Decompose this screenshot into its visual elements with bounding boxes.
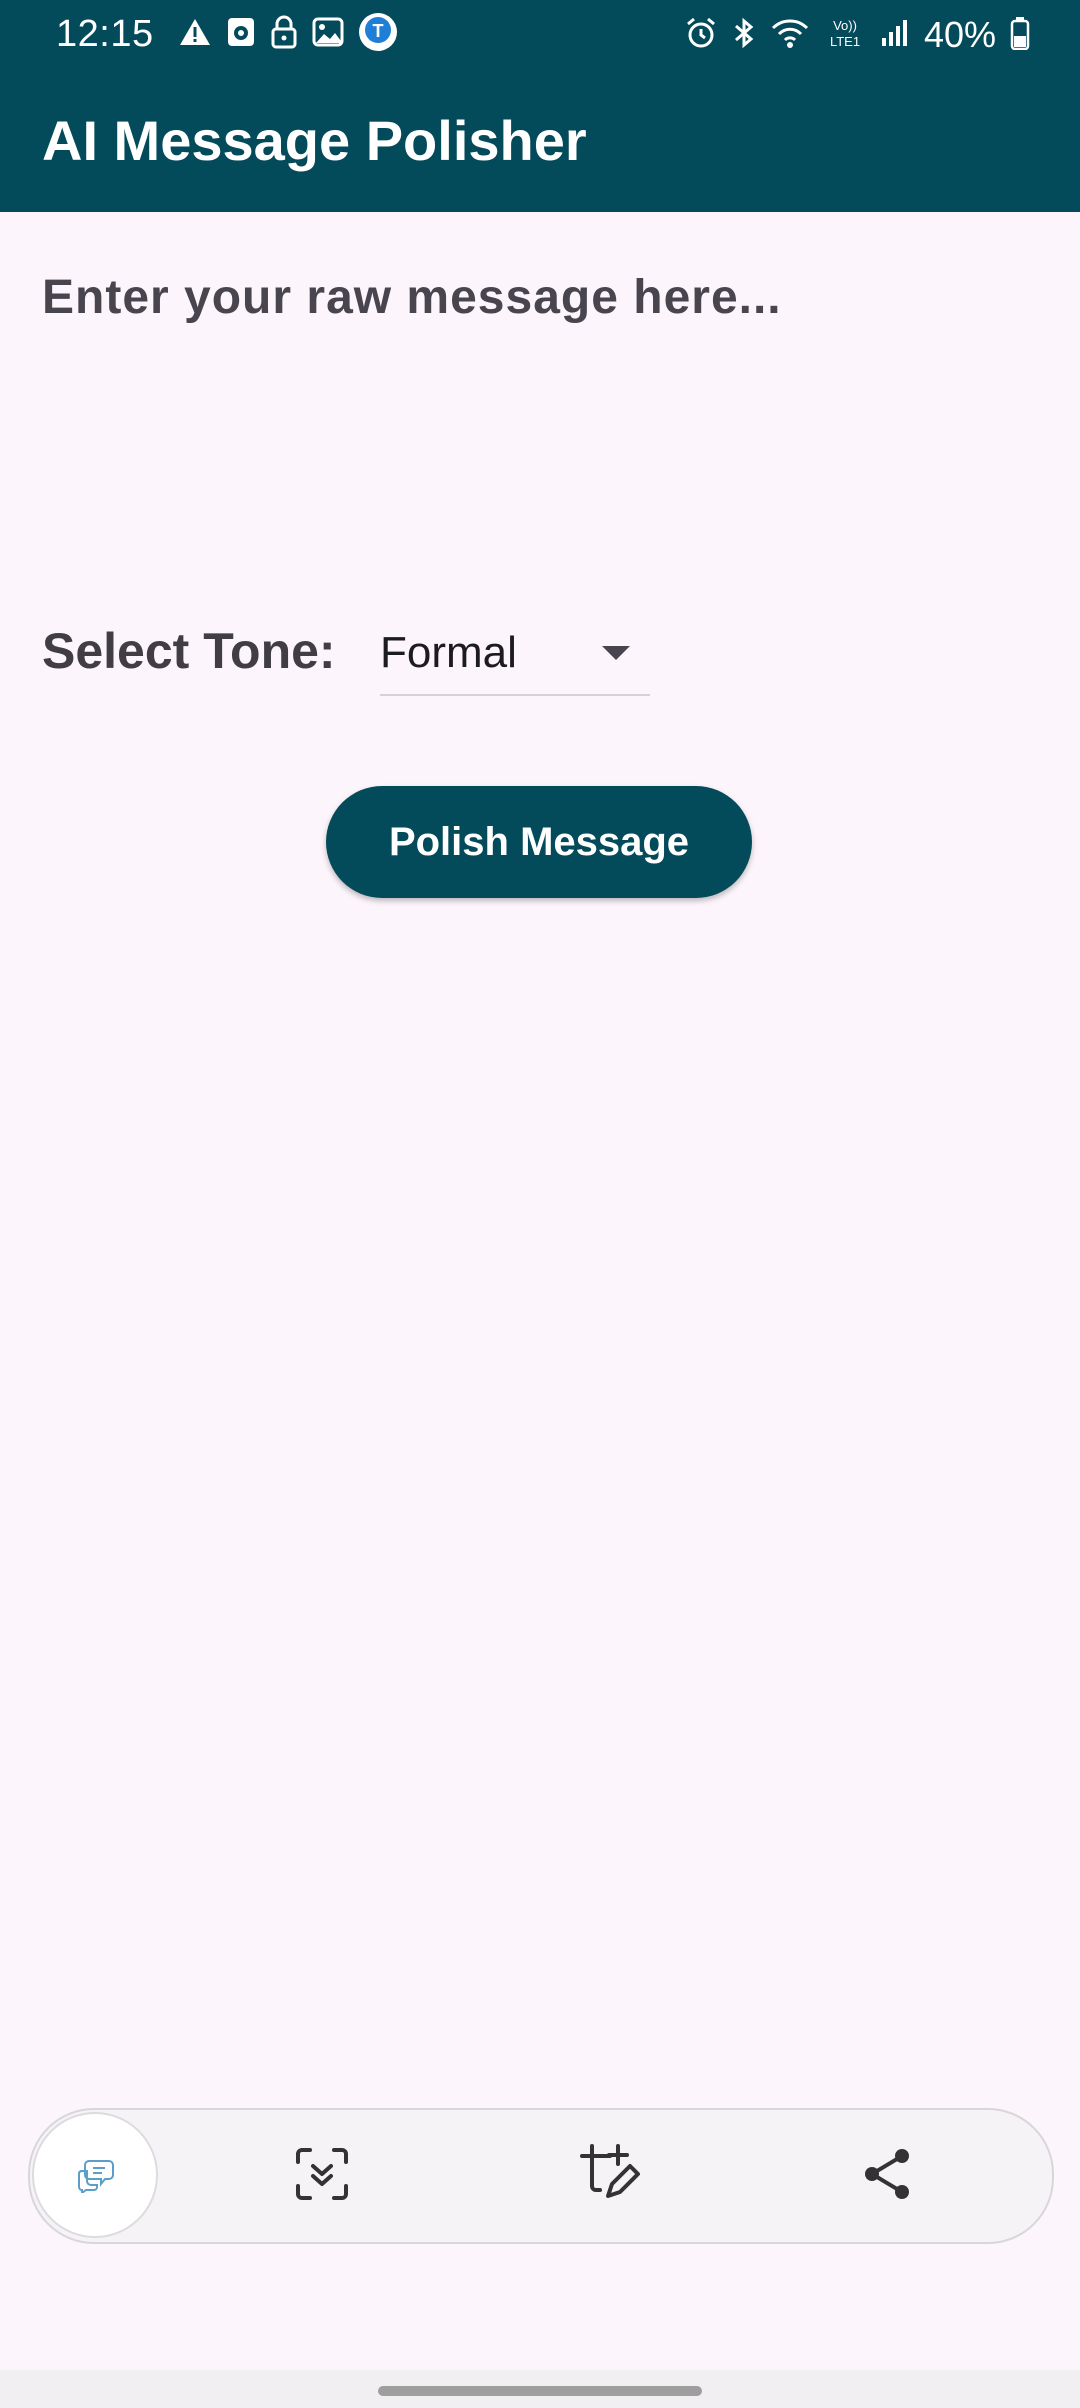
tone-selected-value: Formal [380, 628, 517, 677]
navigation-bar [0, 2370, 1080, 2408]
chat-bubble-icon [73, 2153, 117, 2198]
warning-icon [178, 17, 212, 52]
share-icon [860, 2146, 916, 2207]
svg-text:LTE1: LTE1 [830, 34, 860, 49]
status-time: 12:15 [56, 13, 154, 55]
tone-label: Select Tone: [42, 623, 336, 679]
bluetooth-icon [732, 16, 756, 55]
gallery-icon [312, 17, 344, 52]
battery-icon [1010, 16, 1030, 55]
battery-percent: 40% [923, 14, 996, 55]
dropdown-arrow-icon [602, 646, 630, 660]
status-bar: 12:15 T Vo)) LTE1 40% [0, 0, 1080, 74]
signal-icon [880, 18, 910, 53]
svg-text:T: T [372, 21, 383, 41]
status-icons-left: T [178, 12, 398, 57]
crop-edit-button[interactable] [570, 2136, 650, 2216]
app-bar: AI Message Polisher [0, 74, 1080, 212]
app-title: AI Message Polisher [42, 109, 587, 172]
svg-text:Vo)): Vo)) [833, 18, 857, 33]
status-left: 12:15 T [56, 12, 398, 57]
scroll-capture-button[interactable] [282, 2136, 362, 2216]
chat-bubble-button[interactable] [32, 2112, 158, 2238]
floating-toolbar [28, 2108, 1054, 2244]
volte-icon: Vo)) LTE1 [824, 16, 866, 55]
wifi-icon [770, 16, 810, 55]
gesture-handle[interactable] [378, 2386, 702, 2396]
notification-app-icon: T [358, 12, 398, 57]
lock-icon [270, 15, 298, 54]
crop-edit-icon [578, 2142, 642, 2211]
scroll-capture-icon [292, 2144, 352, 2209]
share-button[interactable] [848, 2136, 928, 2216]
message-input[interactable] [42, 270, 1038, 570]
polish-message-button[interactable]: Polish Message [326, 786, 752, 898]
status-right: Vo)) LTE1 40% [684, 14, 1030, 56]
alarm-icon [684, 16, 718, 55]
camera-app-icon [226, 16, 256, 53]
tone-dropdown[interactable]: Formal [380, 614, 650, 696]
